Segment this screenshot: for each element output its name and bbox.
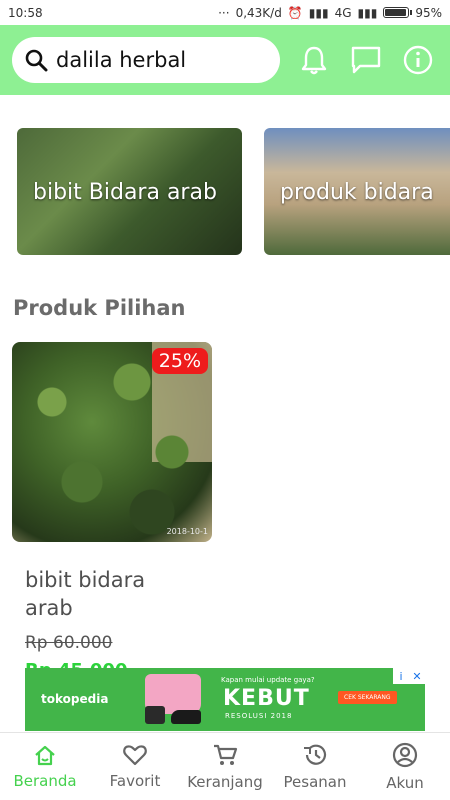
nav-label: Keranjang	[187, 772, 263, 791]
battery-icon	[383, 7, 413, 18]
search-input[interactable]: dalila herbal	[56, 48, 186, 72]
ad-banner[interactable]: tokopedia Kapan mulai update gaya? KEBUT…	[25, 668, 425, 731]
product-image[interactable]: 25% 2018-10-1	[12, 342, 212, 542]
chat-icon	[351, 46, 381, 74]
battery-percent: 95%	[415, 5, 442, 20]
search-icon	[25, 49, 48, 72]
ad-close-icon[interactable]: ✕	[409, 668, 425, 684]
category-carousel[interactable]: bibit Bidara arab produk bidara	[0, 128, 450, 256]
nav-label: Pesanan	[283, 772, 347, 791]
status-bar: 10:58 ··· 0,43K/d ⏰ ▮▮▮ 4G ▮▮▮ 95%	[0, 0, 450, 25]
cart-icon	[214, 744, 238, 765]
nav-item-keranjang[interactable]: Keranjang	[180, 733, 270, 800]
category-card-bibit[interactable]: bibit Bidara arab	[17, 128, 242, 255]
status-time: 10:58	[8, 5, 43, 20]
ad-bag-image	[145, 706, 165, 724]
nav-item-beranda[interactable]: Beranda	[0, 733, 90, 800]
photo-date: 2018-10-1	[166, 527, 208, 536]
ad-headline: KEBUT	[223, 686, 310, 711]
ad-subline: RESOLUSI 2018	[225, 712, 293, 720]
product-name[interactable]: bibit bidara arab	[25, 566, 195, 622]
signal-icon-2: ▮▮▮	[357, 5, 378, 20]
ad-shoe-image	[171, 710, 201, 724]
home-icon	[35, 745, 55, 765]
network-speed: 0,43K/d	[235, 5, 282, 20]
bell-icon	[301, 46, 327, 75]
nav-item-akun[interactable]: Akun	[360, 733, 450, 800]
nav-label: Akun	[386, 773, 424, 792]
status-indicators: ··· 0,43K/d ⏰ ▮▮▮ 4G ▮▮▮ 95%	[218, 6, 442, 20]
category-label: produk bidara	[280, 180, 434, 205]
history-icon	[304, 744, 327, 765]
ad-info-icon[interactable]: i	[393, 668, 409, 684]
app-header: dalila herbal	[0, 25, 450, 95]
product-old-price: Rp 60.000	[25, 633, 113, 653]
chat-button[interactable]	[350, 44, 382, 76]
bottom-nav: Beranda Favorit Keranjang Pesanan Akun	[0, 732, 450, 800]
alarm-icon: ⏰	[287, 5, 303, 20]
nav-label: Beranda	[13, 771, 77, 790]
info-icon	[403, 45, 433, 75]
signal-icon: ▮▮▮	[308, 5, 329, 20]
section-title: Produk Pilihan	[13, 296, 186, 320]
account-icon	[392, 742, 418, 767]
discount-badge: 25%	[151, 348, 208, 374]
ad-brand: tokopedia	[41, 692, 109, 706]
info-button[interactable]	[402, 44, 434, 76]
network-type: 4G	[334, 5, 352, 20]
nav-item-favorit[interactable]: Favorit	[90, 733, 180, 800]
notification-button[interactable]	[298, 44, 330, 76]
nav-label: Favorit	[109, 771, 161, 790]
more-icon: ···	[218, 5, 230, 20]
nav-item-pesanan[interactable]: Pesanan	[270, 733, 360, 800]
category-label: bibit Bidara arab	[33, 180, 217, 205]
ad-cta-button[interactable]: CEK SEKARANG	[338, 691, 397, 704]
category-card-produk[interactable]: produk bidara	[264, 128, 450, 255]
heart-icon	[123, 744, 147, 765]
ad-tagline: Kapan mulai update gaya?	[221, 676, 315, 684]
search-bar[interactable]: dalila herbal	[12, 37, 280, 83]
